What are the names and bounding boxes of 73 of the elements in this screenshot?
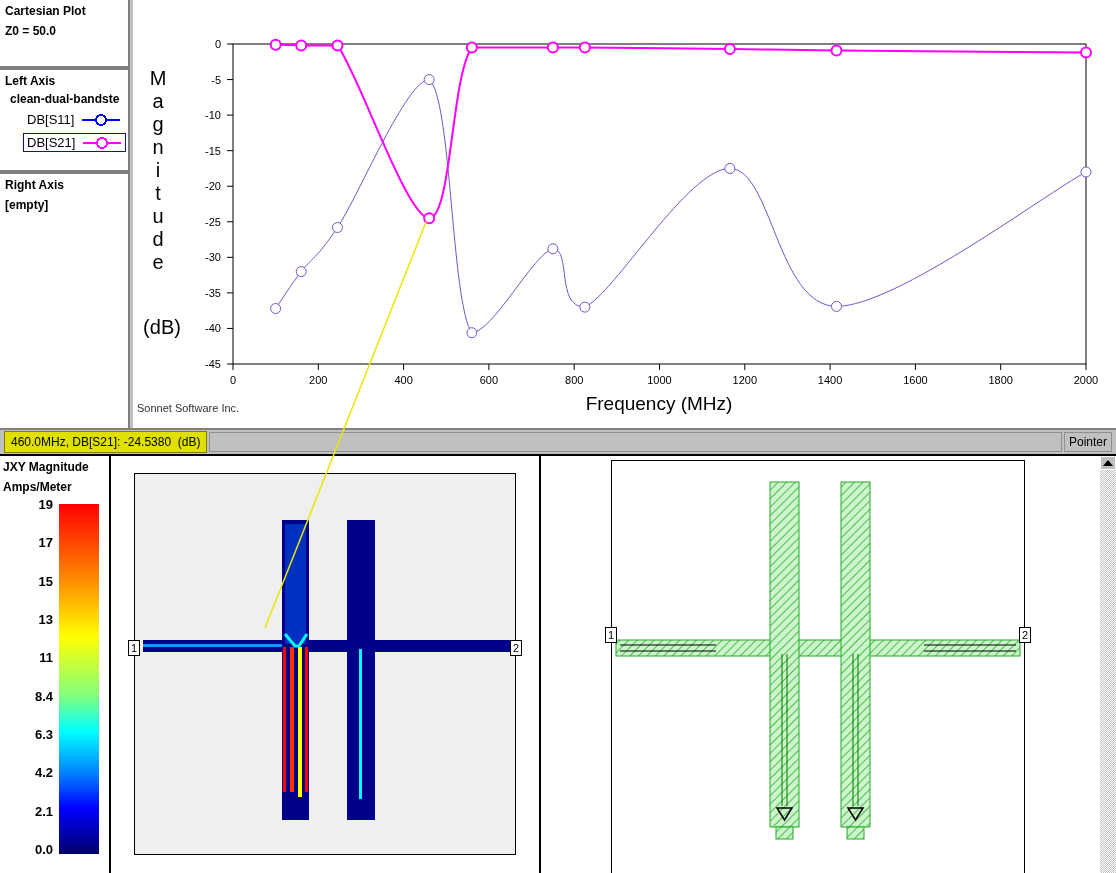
scale-label: 2.1: [34, 803, 53, 819]
pointer-button[interactable]: Pointer: [1063, 432, 1112, 452]
y-tick-label: -20: [205, 180, 221, 193]
y-tick-label: -25: [205, 215, 221, 228]
data-marker: [331, 39, 344, 52]
x-tick-label: 1800: [988, 374, 1013, 386]
data-marker: [830, 44, 843, 57]
axis-heading: Left Axis: [5, 74, 57, 88]
data-marker: [270, 303, 282, 315]
scroll-up-icon[interactable]: [1100, 456, 1116, 470]
x-tick-label: 1200: [732, 374, 758, 386]
data-marker: [1080, 166, 1092, 178]
data-marker: [831, 300, 842, 312]
scale-label: 4.2: [34, 765, 53, 781]
data-marker: [578, 41, 591, 54]
trace-item[interactable]: DB[S11]: [23, 110, 126, 129]
x-tick-label: 200: [309, 374, 328, 386]
y-tick-label: -45: [205, 358, 221, 370]
data-marker: [465, 41, 478, 54]
scale-label: 15: [38, 573, 53, 589]
data-marker: [546, 41, 559, 54]
data-marker: [269, 38, 282, 51]
cursor-readout: 460.0MHz, DB[S21]: -24.5380 (dB): [4, 431, 208, 453]
x-tick-label: 1400: [817, 374, 843, 386]
legend-title: JXY Magnitude: [3, 460, 90, 474]
data-marker: [1080, 46, 1092, 59]
axis-title: Magnitude: [149, 67, 167, 273]
data-marker: [723, 43, 736, 55]
data-marker: [295, 266, 307, 278]
vertical-scrollbar[interactable]: [1100, 456, 1116, 873]
scale-label: 11: [39, 650, 53, 666]
axis-heading: Right Axis: [5, 178, 65, 192]
y-tick-label: -30: [205, 251, 221, 264]
project-name: clean-dual-bandste: [9, 92, 121, 106]
data-marker: [295, 39, 308, 52]
y-tick-label: -40: [205, 322, 221, 335]
scale-label: 0.0: [34, 841, 53, 857]
legend-unit: Amps/Meter: [3, 480, 73, 494]
scale-label: 8.4: [34, 688, 53, 704]
x-tick-label: 0: [229, 374, 237, 386]
scale-label: 17: [38, 535, 53, 551]
port-label: 1: [128, 640, 140, 656]
axis-unit: (dB): [143, 316, 181, 338]
x-tick-label: 400: [394, 374, 413, 386]
x-tick-label: 800: [565, 374, 584, 386]
credit-text: Sonnet Software Inc.: [137, 402, 240, 414]
data-marker: [423, 212, 436, 225]
trace-item[interactable]: DB[S21]: [23, 133, 126, 152]
y-tick-label: 0: [214, 38, 221, 50]
x-tick-label: 1600: [903, 374, 928, 386]
x-tick-label: 1000: [647, 374, 672, 386]
data-marker: [579, 301, 591, 313]
port-label: 2: [1019, 627, 1031, 643]
impedance-label: Z0 = 50.0: [5, 24, 58, 38]
x-tick-label: 600: [479, 374, 499, 386]
data-marker: [423, 74, 435, 86]
data-marker: [724, 162, 736, 174]
y-tick-label: -10: [205, 109, 221, 122]
y-tick-label: -5: [211, 73, 221, 86]
scale-label: 6.3: [34, 726, 53, 742]
port-label: 2: [510, 640, 522, 656]
y-tick-label: -15: [205, 144, 221, 157]
axis-value: [empty]: [5, 198, 50, 212]
data-marker: [466, 327, 478, 339]
data-marker: [332, 221, 343, 233]
scale-label: 19: [38, 497, 53, 512]
x-tick-label: 2000: [1073, 374, 1099, 386]
data-marker: [547, 243, 559, 255]
scale-label: 13: [38, 612, 53, 627]
port-label: 1: [605, 627, 617, 643]
plot-type-label: Cartesian Plot: [5, 4, 87, 18]
axis-title: Frequency (MHz): [585, 393, 733, 414]
y-tick-label: -35: [205, 286, 221, 299]
